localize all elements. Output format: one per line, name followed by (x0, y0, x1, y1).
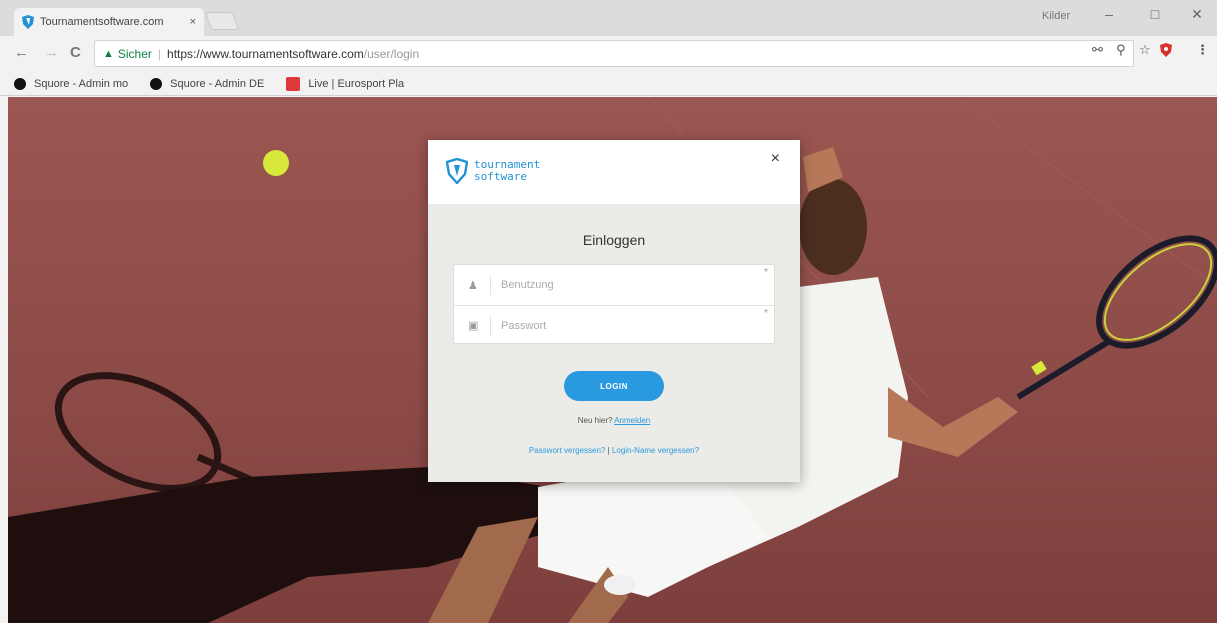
forgot-login-link[interactable]: Login-Name vergessen? (612, 446, 699, 455)
star-icon[interactable]: ☆ (1139, 42, 1151, 58)
bookmark-item[interactable]: Squore - Admin mo (14, 77, 129, 90)
tournamentsoftware-logo[interactable]: tournament software (446, 158, 540, 184)
reload-button[interactable]: C (70, 44, 81, 61)
new-here-text: Neu hier? (577, 416, 613, 425)
forward-button[interactable]: → (44, 44, 59, 61)
back-button[interactable]: ← (14, 44, 29, 61)
login-form: ♟ * ▣ * (453, 264, 775, 344)
url-domain: https://www.tournamentsoftware.com (167, 46, 364, 61)
password-input[interactable] (501, 319, 731, 332)
bookmark-item[interactable]: Squore - Admin DE (150, 77, 265, 90)
bookmark-label: Live | Eurosport Pla (308, 77, 405, 90)
bookmark-label: Squore - Admin mo (34, 77, 129, 90)
username-input[interactable] (501, 279, 731, 291)
required-marker: * (764, 267, 768, 278)
url-path: /user/login (363, 46, 420, 61)
field-divider (490, 315, 491, 336)
eurosport-icon (286, 76, 301, 91)
forgot-separator: | (607, 446, 610, 455)
tab-close-icon[interactable]: × (190, 16, 196, 28)
squore-icon (14, 77, 26, 90)
register-link[interactable]: Anmelden (614, 416, 650, 425)
address-bar[interactable]: ▲ Sicher | https://www.tournamentsoftwar… (94, 40, 1134, 67)
menu-icon[interactable]: ⋮ (1196, 42, 1209, 58)
lock-icon: ▲ (103, 47, 114, 60)
username-field: ♟ * (454, 265, 774, 305)
secure-label: Sicher (117, 46, 152, 61)
register-prompt: Neu hier? Anmelden (428, 416, 800, 425)
lock-icon: ▣ (468, 320, 479, 332)
key-icon[interactable]: ⚯ (1092, 42, 1103, 58)
logo-text-line2: software (474, 170, 527, 183)
browser-toolbar: ← → C ▲ Sicher | https://www.tournaments… (0, 36, 1217, 72)
tab-title: Tournamentsoftware.com (40, 16, 164, 28)
profile-name[interactable]: Kilder (1042, 10, 1070, 22)
zoom-icon[interactable]: ⚲ (1116, 42, 1126, 58)
bookmark-item[interactable]: Live | Eurosport Pla (286, 76, 405, 91)
tournamentsoftware-favicon-icon (22, 15, 34, 29)
shield-logo-icon (446, 158, 468, 184)
user-icon: ♟ (468, 279, 478, 292)
bookmark-label: Squore - Admin DE (170, 77, 265, 90)
restore-button[interactable]: □ (1140, 6, 1170, 22)
browser-tab[interactable]: Tournamentsoftware.com × (14, 8, 204, 36)
new-tab-button[interactable] (204, 12, 240, 30)
extension-shield-icon[interactable] (1160, 43, 1172, 57)
modal-title: Einloggen (582, 232, 646, 248)
title-bar: Tournamentsoftware.com × Kilder – □ ✕ (0, 0, 1217, 36)
modal-close-button[interactable]: × (771, 150, 780, 168)
forgot-links: Passwort vergessen? | Login-Name vergess… (428, 446, 800, 455)
login-modal: tournament software × Einloggen ♟ * ▣ * … (428, 140, 800, 482)
field-divider (490, 275, 491, 295)
forgot-password-link[interactable]: Passwort vergessen? (529, 446, 605, 455)
password-field: ▣ * (454, 305, 774, 345)
url-separator: | (157, 46, 162, 61)
login-button[interactable]: LOGIN (564, 371, 664, 401)
minimize-button[interactable]: – (1094, 6, 1124, 22)
bookmarks-bar: Squore - Admin mo Squore - Admin DE Live… (0, 72, 1217, 96)
modal-header: tournament software × (428, 140, 800, 204)
window-close-button[interactable]: ✕ (1182, 6, 1212, 23)
required-marker: * (764, 308, 768, 319)
squore-icon (150, 77, 163, 90)
